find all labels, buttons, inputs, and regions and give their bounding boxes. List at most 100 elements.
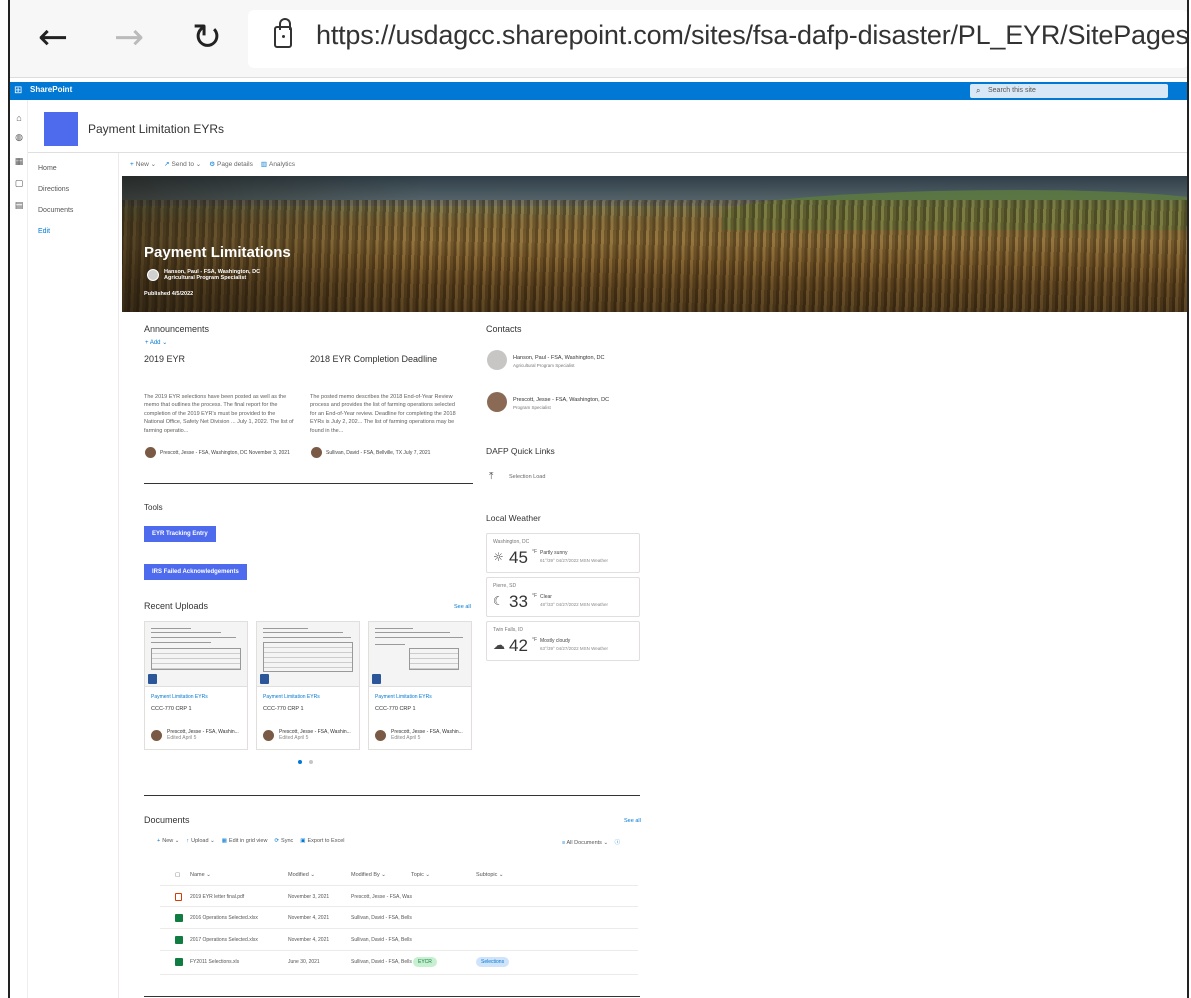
- avatar: [311, 447, 322, 458]
- view-name: All Documents: [566, 840, 602, 846]
- uploads-see-all-link[interactable]: See all: [454, 604, 471, 610]
- announcement-heading[interactable]: 2019 EYR: [144, 354, 185, 364]
- weather-city: Washington, DC: [493, 539, 530, 545]
- forward-arrow-icon[interactable]: →: [114, 18, 144, 58]
- file-modified: November 3, 2021: [288, 894, 330, 900]
- doc-grid-view-button[interactable]: ▦ Edit in grid view: [222, 838, 268, 844]
- carousel-dot[interactable]: [309, 760, 313, 764]
- announcements-title: Announcements: [144, 324, 210, 334]
- weather-card[interactable]: Twin Falls, ID ☁ 42 °F Mostly cloudy 63°…: [486, 621, 640, 661]
- author-info[interactable]: Hanson, Paul - FSA, Washington, DC Agric…: [164, 269, 260, 281]
- suite-brand[interactable]: SharePoint: [30, 85, 72, 94]
- excel-file-icon: [175, 958, 183, 966]
- site-logo[interactable]: [44, 112, 78, 146]
- doc-new-button[interactable]: + New ⌄: [157, 838, 179, 844]
- column-header-modified-by[interactable]: Modified By ⌄: [351, 872, 386, 878]
- contacts-title: Contacts: [486, 324, 522, 334]
- file-name[interactable]: 2017 Operations Selected.xlsx: [190, 937, 258, 943]
- card-site[interactable]: Payment Limitation EYRs: [151, 694, 208, 700]
- site-title[interactable]: Payment Limitation EYRs: [88, 122, 224, 136]
- subtopic-tag[interactable]: Selections: [476, 957, 510, 967]
- card-name[interactable]: CCC-770 CRP 1: [151, 706, 192, 712]
- card-site[interactable]: Payment Limitation EYRs: [263, 694, 320, 700]
- document-card[interactable]: Payment Limitation EYRs CCC-770 CRP 1 Pr…: [256, 621, 360, 750]
- app-launcher-icon[interactable]: ⊞: [14, 85, 25, 96]
- nav-item-directions[interactable]: Directions: [38, 186, 108, 193]
- weather-card[interactable]: Pierre, SD ☾ 33 °F Clear 48°/33° 04/27/2…: [486, 577, 640, 617]
- url-text[interactable]: https://usdagcc.sharepoint.com/sites/fsa…: [316, 20, 1187, 51]
- column-header-modified[interactable]: Modified ⌄: [288, 872, 315, 878]
- weather-card[interactable]: Washington, DC ☼ 45 °F Partly sunny 61°/…: [486, 533, 640, 573]
- doc-upload-button[interactable]: ↑ Upload ⌄: [186, 838, 214, 844]
- word-file-icon: [148, 674, 157, 684]
- topic-tag[interactable]: EYCR: [413, 957, 437, 967]
- reload-icon[interactable]: ↻: [192, 18, 222, 58]
- file-modified-by[interactable]: Sullivan, David - FSA, Bells: [351, 915, 412, 921]
- document-card[interactable]: Payment Limitation EYRs CCC-770 CRP 1 Pr…: [368, 621, 472, 750]
- announcement-meta: Prescott, Jesse - FSA, Washington, DC No…: [160, 450, 290, 456]
- card-name[interactable]: CCC-770 CRP 1: [263, 706, 304, 712]
- news-icon[interactable]: ▦: [13, 155, 25, 167]
- view-selector[interactable]: ≡ All Documents ⌄ ⓘ: [562, 838, 620, 846]
- doc-line: [263, 637, 351, 638]
- column-header-subtopic[interactable]: Subtopic ⌄: [476, 872, 504, 878]
- doc-line: [151, 632, 221, 633]
- card-site[interactable]: Payment Limitation EYRs: [375, 694, 432, 700]
- column-header-topic[interactable]: Topic ⌄: [411, 872, 430, 878]
- document-card[interactable]: Payment Limitation EYRs CCC-770 CRP 1 Pr…: [144, 621, 248, 750]
- table-divider: [160, 974, 638, 975]
- file-modified-by[interactable]: Sullivan, David - FSA, Bells: [351, 937, 412, 943]
- filter-icon: ≡: [562, 840, 566, 846]
- nav-edit-link[interactable]: Edit: [38, 228, 108, 235]
- contact-role: Program Specialist: [513, 405, 551, 410]
- announcement-meta: Sullivan, David - FSA, Bellville, TX Jul…: [326, 450, 431, 456]
- table-divider: [160, 928, 638, 929]
- file-modified-by[interactable]: Prescott, Jesse - FSA, Was: [351, 894, 412, 900]
- carousel-dot[interactable]: [298, 760, 302, 764]
- avatar: [263, 730, 274, 741]
- weather-temp: 45: [509, 548, 528, 567]
- file-name[interactable]: 2019 EYR letter final.pdf: [190, 894, 244, 900]
- new-command[interactable]: + New ⌄: [130, 160, 156, 168]
- globe-icon[interactable]: ◍: [13, 131, 25, 143]
- lists-icon[interactable]: ▤: [13, 199, 25, 211]
- doc-export-button[interactable]: ▣ Export to Excel: [300, 838, 344, 844]
- send-to-command[interactable]: ↗ Send to ⌄: [164, 160, 201, 168]
- doc-sync-button[interactable]: ⟳ Sync: [274, 838, 293, 844]
- eyr-tracking-entry-button[interactable]: EYR Tracking Entry: [144, 526, 216, 542]
- file-modified-by[interactable]: Sullivan, David - FSA, Bells: [351, 959, 412, 965]
- weather-meta: 63°/39° 04/27/2022 MSN Weather: [540, 646, 609, 651]
- contact-name[interactable]: Hanson, Paul - FSA, Washington, DC: [513, 355, 605, 361]
- add-announcement-button[interactable]: + Add ⌄: [145, 339, 167, 346]
- documents-command-bar: + New ⌄ ↑ Upload ⌄ ▦ Edit in grid view ⟳ Syn…: [157, 838, 344, 844]
- contact-name[interactable]: Prescott, Jesse - FSA, Washington, DC: [513, 397, 609, 403]
- announcement-body: The posted memo describes the 2018 End-o…: [310, 394, 456, 434]
- author-avatar[interactable]: [147, 269, 159, 281]
- file-name[interactable]: FY2011 Selections.xls: [190, 959, 239, 965]
- info-icon[interactable]: ⓘ: [615, 840, 621, 846]
- doc-table: [151, 648, 241, 670]
- documents-see-all-link[interactable]: See all: [624, 818, 641, 824]
- nav-item-documents[interactable]: Documents: [38, 207, 108, 214]
- file-name[interactable]: 2016 Operations Selected.xlsx: [190, 915, 258, 921]
- upload-icon[interactable]: ⤒: [489, 471, 493, 482]
- irs-failed-acknowledgements-button[interactable]: IRS Failed Acknowledgements: [144, 564, 247, 580]
- column-header-name[interactable]: Name ⌄: [190, 872, 211, 878]
- announcement-heading[interactable]: 2018 EYR Completion Deadline: [310, 354, 437, 364]
- back-arrow-icon[interactable]: ←: [38, 18, 68, 58]
- site-search-input[interactable]: ⌕ Search this site: [970, 84, 1168, 98]
- contact-avatar[interactable]: [487, 392, 507, 412]
- weather-unit: °F: [532, 593, 538, 599]
- page-details-command[interactable]: ⚙ Page details: [209, 160, 253, 168]
- contact-avatar[interactable]: [487, 350, 507, 370]
- analytics-command[interactable]: ▥ Analytics: [261, 160, 295, 168]
- quick-link-selection-load[interactable]: Selection Load: [509, 474, 545, 480]
- home-icon[interactable]: ⌂: [13, 112, 25, 124]
- lock-icon[interactable]: [274, 18, 292, 48]
- file-type-column-icon[interactable]: ▢: [175, 872, 180, 878]
- files-icon[interactable]: ▢: [13, 177, 25, 189]
- plus-icon: +: [157, 838, 161, 844]
- card-name[interactable]: CCC-770 CRP 1: [375, 706, 416, 712]
- table-divider: [160, 950, 638, 951]
- nav-item-home[interactable]: Home: [38, 165, 108, 172]
